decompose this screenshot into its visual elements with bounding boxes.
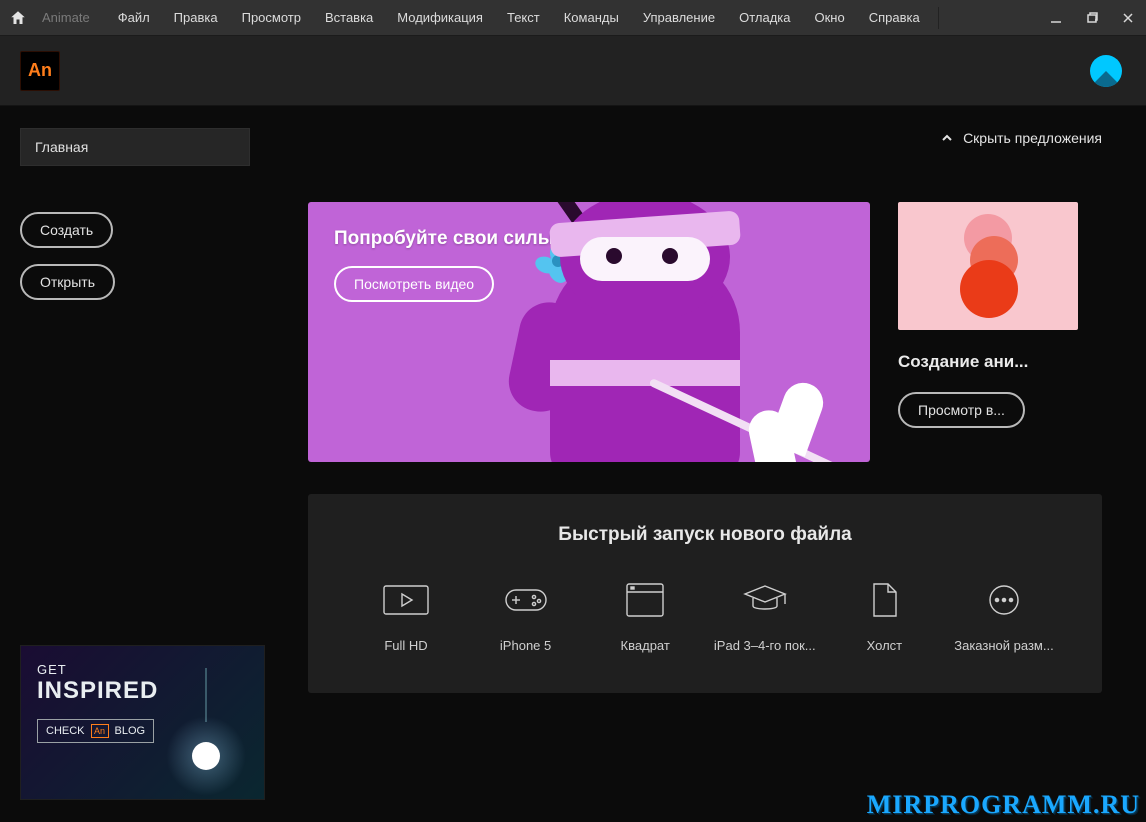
top-strip: An bbox=[0, 36, 1146, 106]
tutorial-thumbnail[interactable] bbox=[898, 202, 1078, 330]
restore-icon bbox=[1085, 11, 1099, 25]
hero-card[interactable]: Попробуйте свои силы в Animate Посмотрет… bbox=[308, 202, 870, 462]
inspire-check-blog: CHECK An BLOG bbox=[37, 719, 154, 743]
gamepad-icon bbox=[502, 582, 550, 618]
page-icon bbox=[860, 582, 908, 618]
tutorial-view-button[interactable]: Просмотр в... bbox=[898, 392, 1025, 428]
app-name: Animate bbox=[42, 10, 90, 25]
preset-label: iPad 3–4-го пок... bbox=[714, 638, 816, 653]
window-close-button[interactable] bbox=[1110, 0, 1146, 36]
sidebar: Главная Создать Открыть GET INSPIRED CHE… bbox=[0, 106, 280, 822]
app-logo-text: An bbox=[28, 60, 52, 81]
window-controls bbox=[1038, 0, 1146, 36]
preset-square[interactable]: Квадрат bbox=[595, 580, 695, 653]
play-rect-icon bbox=[382, 582, 430, 618]
menu-insert[interactable]: Вставка bbox=[315, 6, 383, 29]
preset-label: Квадрат bbox=[621, 638, 670, 653]
menu-commands[interactable]: Команды bbox=[554, 6, 629, 29]
open-button[interactable]: Открыть bbox=[20, 264, 115, 300]
inspire-banner[interactable]: GET INSPIRED CHECK An BLOG bbox=[20, 645, 265, 800]
watermark-text: MIRPROGRAMM.RU bbox=[867, 790, 1140, 820]
window-minimize-button[interactable] bbox=[1038, 0, 1074, 36]
menu-edit[interactable]: Правка bbox=[164, 6, 228, 29]
preset-iphone5[interactable]: iPhone 5 bbox=[476, 580, 576, 653]
preset-ipad[interactable]: iPad 3–4-го пок... bbox=[715, 580, 815, 653]
inspire-blog-label: BLOG bbox=[115, 725, 146, 737]
hide-offers-label: Скрыть предложения bbox=[963, 130, 1102, 146]
preset-label: iPhone 5 bbox=[500, 638, 551, 653]
offer-cards-row: Попробуйте свои силы в Animate Посмотрет… bbox=[308, 202, 1102, 462]
home-icon bbox=[9, 9, 27, 27]
menu-items: Файл Правка Просмотр Вставка Модификация… bbox=[108, 6, 930, 29]
menubar: Animate Файл Правка Просмотр Вставка Мод… bbox=[0, 0, 1146, 36]
window-icon bbox=[621, 582, 669, 618]
inspire-badge: An bbox=[91, 724, 109, 738]
profile-avatar[interactable] bbox=[1090, 55, 1122, 87]
main-panel: Скрыть предложения Попробуйте свои силы … bbox=[280, 106, 1146, 822]
preset-label: Заказной разм... bbox=[954, 638, 1053, 653]
app-logo: An bbox=[20, 51, 60, 91]
menu-view[interactable]: Просмотр bbox=[232, 6, 311, 29]
chevron-up-icon bbox=[941, 132, 953, 144]
hide-offers-toggle[interactable]: Скрыть предложения bbox=[941, 130, 1102, 146]
menu-control[interactable]: Управление bbox=[633, 6, 725, 29]
ninja-illustration bbox=[480, 202, 810, 462]
preset-full-hd[interactable]: Full HD bbox=[356, 580, 456, 653]
quick-start-title: Быстрый запуск нового файла bbox=[336, 524, 1074, 546]
menu-text[interactable]: Текст bbox=[497, 6, 550, 29]
preset-label: Full HD bbox=[384, 638, 427, 653]
tutorial-title: Создание ани... bbox=[898, 352, 1078, 372]
hero-watch-video-button[interactable]: Посмотреть видео bbox=[334, 266, 494, 302]
preset-list: Full HD iPhone 5 Квадрат iPad 3–4-го пок… bbox=[336, 580, 1074, 653]
preset-canvas[interactable]: Холст bbox=[834, 580, 934, 653]
menu-modify[interactable]: Модификация bbox=[387, 6, 493, 29]
graduation-icon bbox=[741, 582, 789, 618]
close-icon bbox=[1121, 11, 1135, 25]
menubar-divider bbox=[938, 7, 939, 29]
window-restore-button[interactable] bbox=[1074, 0, 1110, 36]
menu-help[interactable]: Справка bbox=[859, 6, 930, 29]
menu-file[interactable]: Файл bbox=[108, 6, 160, 29]
home-button[interactable] bbox=[0, 0, 36, 36]
tutorial-card: Создание ани... Просмотр в... bbox=[898, 202, 1078, 462]
bulb-illustration bbox=[166, 668, 246, 796]
inspire-check-label: CHECK bbox=[46, 725, 85, 737]
preset-custom-size[interactable]: Заказной разм... bbox=[954, 580, 1054, 653]
menu-window[interactable]: Окно bbox=[804, 6, 854, 29]
sidebar-actions: Создать Открыть bbox=[20, 212, 260, 300]
content-area: Главная Создать Открыть GET INSPIRED CHE… bbox=[0, 106, 1146, 822]
sidebar-tab-home[interactable]: Главная bbox=[20, 128, 250, 166]
create-button[interactable]: Создать bbox=[20, 212, 113, 248]
minimize-icon bbox=[1049, 11, 1063, 25]
preset-label: Холст bbox=[867, 638, 903, 653]
menu-debug[interactable]: Отладка bbox=[729, 6, 800, 29]
more-icon bbox=[980, 582, 1028, 618]
quick-start-panel: Быстрый запуск нового файла Full HD iPho… bbox=[308, 494, 1102, 693]
